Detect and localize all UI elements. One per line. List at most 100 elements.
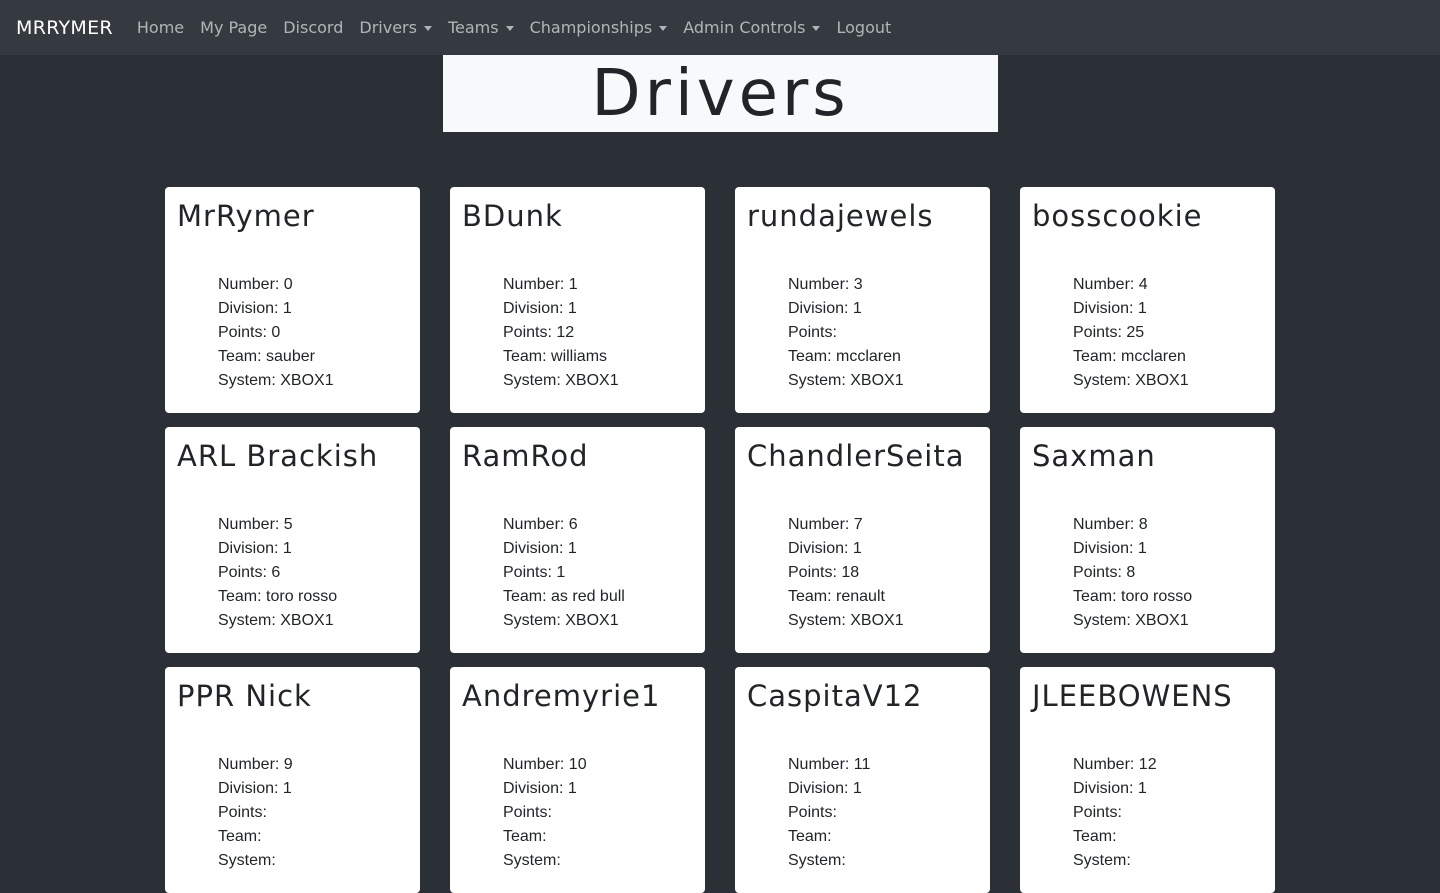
driver-system-row: System: XBOX1 (1073, 369, 1275, 393)
driver-points-label: Points: (218, 324, 272, 341)
driver-points-row: Points: 0 (218, 321, 420, 345)
driver-system-row: System: XBOX1 (788, 609, 990, 633)
driver-division-value: 1 (567, 300, 577, 317)
driver-number-label: Number: (788, 276, 854, 293)
driver-number-label: Number: (1073, 516, 1139, 533)
driver-system-value: XBOX1 (850, 612, 904, 629)
driver-details: Number: 5 Division: 1 Points: 6 Team: toro … (177, 513, 420, 633)
driver-details: Number: 12 Division: 1 Points: Team: Syste… (1032, 753, 1275, 873)
driver-team-value: renault (836, 588, 885, 605)
driver-team-row: Team: renault (788, 585, 990, 609)
driver-points-value: 25 (1126, 324, 1145, 341)
driver-name: BDunk (462, 199, 563, 233)
nav-item-label: Drivers (359, 18, 417, 37)
driver-name: CaspitaV12 (747, 679, 923, 713)
driver-team-row: Team: mcclaren (788, 345, 990, 369)
nav-item-logout[interactable]: Logout (836, 18, 891, 37)
driver-number-value: 4 (1138, 276, 1148, 293)
driver-division-row: Division: 1 (218, 297, 420, 321)
driver-division-label: Division: (503, 300, 568, 317)
nav-item-discord[interactable]: Discord (283, 18, 343, 37)
driver-points-label: Points: (788, 804, 837, 821)
driver-system-row: System: XBOX1 (788, 369, 990, 393)
driver-details: Number: 0 Division: 1 Points: 0 Team: saube… (177, 273, 420, 393)
nav-item-admin-controls[interactable]: Admin Controls (683, 18, 821, 37)
driver-team-row: Team: toro rosso (1073, 585, 1275, 609)
driver-number-label: Number: (218, 756, 284, 773)
driver-division-label: Division: (503, 780, 568, 797)
driver-team-row: Team: sauber (218, 345, 420, 369)
driver-division-value: 1 (1137, 300, 1147, 317)
driver-division-value: 1 (852, 780, 862, 797)
driver-points-value: 0 (271, 324, 281, 341)
driver-points-value: 8 (1126, 564, 1136, 581)
driver-points-label: Points: (218, 804, 267, 821)
driver-card: ARL Brackish Number: 5 Division: 1 Points: … (165, 427, 420, 653)
driver-division-label: Division: (788, 780, 853, 797)
driver-card: Saxman Number: 8 Division: 1 Points: 8 Team:… (1020, 427, 1275, 653)
driver-system-row: System: XBOX1 (1073, 609, 1275, 633)
driver-card: JLEEBOWENS Number: 12 Division: 1 Points: T… (1020, 667, 1275, 893)
driver-system-row: System: (788, 849, 990, 873)
nav-item-my-page[interactable]: My Page (200, 18, 267, 37)
driver-number-row: Number: 1 (503, 273, 705, 297)
driver-division-value: 1 (1137, 540, 1147, 557)
driver-number-value: 8 (1138, 516, 1148, 533)
driver-number-label: Number: (1073, 756, 1139, 773)
driver-division-row: Division: 1 (503, 537, 705, 561)
driver-card: Andremyrie1 Number: 10 Division: 1 Points: … (450, 667, 705, 893)
driver-division-label: Division: (788, 540, 853, 557)
driver-details: Number: 4 Division: 1 Points: 25 Team: mccl… (1032, 273, 1275, 393)
nav-item-championships[interactable]: Championships (530, 18, 668, 37)
driver-team-value: as red bull (551, 588, 625, 605)
nav-item-label: Logout (836, 18, 892, 37)
driver-team-label: Team: (788, 828, 832, 845)
driver-points-row: Points: (1073, 801, 1275, 825)
driver-number-row: Number: 0 (218, 273, 420, 297)
driver-points-label: Points: (1073, 804, 1122, 821)
driver-name: JLEEBOWENS (1032, 679, 1233, 713)
driver-system-label: System: (218, 852, 276, 869)
driver-points-row: Points: (503, 801, 705, 825)
driver-number-row: Number: 11 (788, 753, 990, 777)
driver-card: rundajewels Number: 3 Division: 1 Points: T… (735, 187, 990, 413)
driver-division-value: 1 (567, 540, 577, 557)
driver-number-row: Number: 12 (1073, 753, 1275, 777)
driver-card: RamRod Number: 6 Division: 1 Points: 1 Team:… (450, 427, 705, 653)
driver-team-label: Team: (1073, 348, 1122, 365)
driver-points-label: Points: (503, 324, 557, 341)
driver-number-row: Number: 5 (218, 513, 420, 537)
driver-division-value: 1 (282, 540, 292, 557)
driver-system-label: System: (503, 372, 566, 389)
driver-card: ChandlerSeita Number: 7 Division: 1 Points:… (735, 427, 990, 653)
driver-number-value: 12 (1138, 756, 1157, 773)
nav-item-teams[interactable]: Teams (448, 18, 514, 37)
driver-points-row: Points: 18 (788, 561, 990, 585)
driver-number-value: 9 (283, 756, 293, 773)
driver-team-row: Team: (788, 825, 990, 849)
nav-item-home[interactable]: Home (137, 18, 184, 37)
driver-card: bosscookie Number: 4 Division: 1 Points: 25… (1020, 187, 1275, 413)
nav-item-label: Admin Controls (683, 18, 806, 37)
page-header: Drivers (443, 55, 998, 132)
driver-division-value: 1 (1137, 780, 1147, 797)
nav-menu: Home My Page Discord Drivers Teams Championsh… (137, 18, 907, 37)
driver-points-label: Points: (788, 324, 837, 341)
driver-team-label: Team: (218, 828, 262, 845)
driver-points-row: Points: (788, 321, 990, 345)
driver-team-value: williams (551, 348, 608, 365)
driver-details: Number: 9 Division: 1 Points: Team: System… (177, 753, 420, 873)
driver-number-label: Number: (503, 516, 569, 533)
driver-system-value: XBOX1 (1135, 372, 1189, 389)
driver-system-value: XBOX1 (280, 612, 334, 629)
driver-system-row: System: XBOX1 (503, 369, 705, 393)
driver-details: Number: 3 Division: 1 Points: Team: mcclar… (747, 273, 990, 393)
driver-division-row: Division: 1 (503, 777, 705, 801)
nav-item-drivers[interactable]: Drivers (359, 18, 432, 37)
driver-points-value: 12 (556, 324, 575, 341)
driver-points-label: Points: (503, 564, 557, 581)
driver-team-label: Team: (503, 588, 552, 605)
driver-division-row: Division: 1 (1073, 297, 1275, 321)
brand-link[interactable]: MRRYMER (16, 17, 113, 39)
driver-system-value: XBOX1 (850, 372, 904, 389)
